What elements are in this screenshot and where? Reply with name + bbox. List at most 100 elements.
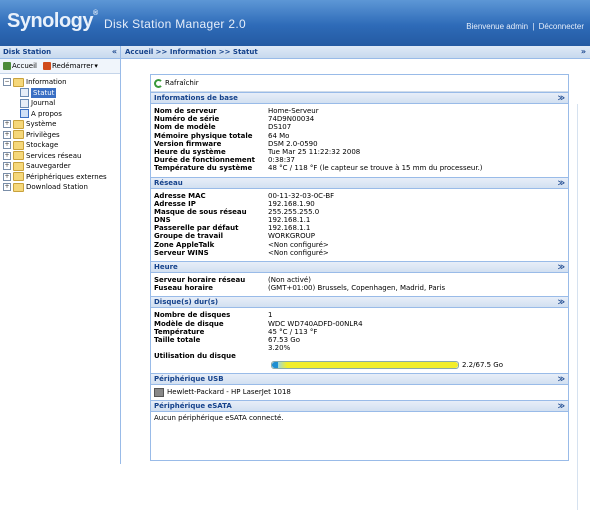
info-row: Groupe de travail WORKGROUP xyxy=(154,232,568,240)
usb-device: Hewlett-Packard - HP LaserJet 1018 xyxy=(151,385,568,400)
section-header-disks[interactable]: Disque(s) dur(s) ≫ xyxy=(151,296,568,309)
info-key: Taille totale xyxy=(154,335,201,344)
section-body-basic-info: Nom de serveur Home-Serveur Numéro de sér… xyxy=(151,104,568,177)
info-value: 67.53 Go xyxy=(268,335,300,344)
info-key: Mémoire physique totale xyxy=(154,131,253,140)
tree-item-label: A propos xyxy=(31,109,62,118)
section-header-network[interactable]: Réseau ≫ xyxy=(151,176,568,189)
info-row: Fuseau horaire (GMT+01:00) Brussels, Cope… xyxy=(154,284,568,292)
chevron-collapse-icon[interactable]: ≫ xyxy=(558,401,565,411)
expand-node-icon[interactable]: + xyxy=(3,151,11,160)
tree-item-label: Privilèges xyxy=(26,130,60,139)
folder-open-icon xyxy=(13,77,24,87)
logout-link[interactable]: Déconnecter xyxy=(539,22,584,31)
tree-item-label: Stockage xyxy=(26,141,59,149)
info-value: Home-Serveur xyxy=(268,107,319,115)
info-key: Numéro de série xyxy=(154,115,220,124)
refresh-icon xyxy=(154,78,163,88)
info-row: Nom de modèle DS107 xyxy=(154,123,568,131)
restart-button[interactable]: Redémarrer ▾ xyxy=(43,62,98,70)
chevron-collapse-icon[interactable]: ≫ xyxy=(558,297,565,307)
info-value: 1 xyxy=(268,311,273,320)
expand-node-icon[interactable]: + xyxy=(3,162,11,171)
tree-item-label: Information xyxy=(26,78,67,86)
expand-node-icon[interactable]: + xyxy=(3,130,11,139)
expand-node-icon[interactable]: + xyxy=(3,183,11,192)
synology-logo: Synology® xyxy=(7,10,98,32)
refresh-button[interactable]: Rafraîchir xyxy=(151,75,568,92)
info-value: WDC WD740ADFD-00NLR4 xyxy=(268,319,363,328)
collapse-right-icon[interactable]: » xyxy=(581,46,586,58)
info-value: DSM 2.0-0590 xyxy=(268,139,318,148)
section-header-time[interactable]: Heure ≫ xyxy=(151,261,568,273)
info-key: Zone AppleTalk xyxy=(154,240,215,249)
tree-item-journal[interactable]: Journal xyxy=(3,98,120,109)
info-row: Modèle de disque WDC WD740ADFD-00NLR4 xyxy=(154,320,568,328)
info-value: WORKGROUP xyxy=(268,232,316,241)
breadcrumb: Accueil >> Information >> Statut xyxy=(125,48,258,56)
expand-node-icon[interactable]: + xyxy=(3,172,11,181)
folder-icon xyxy=(13,151,24,161)
right-panel-strip xyxy=(577,104,590,510)
section-header-basic-info[interactable]: Informations de base ≫ xyxy=(151,92,568,104)
tree-item-statut[interactable]: Statut xyxy=(3,87,120,98)
tree-item-peripheriques-externes[interactable]: + Périphériques externes xyxy=(3,172,120,183)
header-bar: Synology® Disk Station Manager 2.0 Bienv… xyxy=(0,0,590,46)
expand-node-icon[interactable]: + xyxy=(3,120,11,129)
disk-usage-label: Utilisation du disque xyxy=(154,352,236,361)
section-header-esata[interactable]: Périphérique eSATA ≫ xyxy=(151,399,568,412)
tree-item-sauvegarder[interactable]: + Sauvegarder xyxy=(3,161,120,172)
home-button[interactable]: Accueil xyxy=(3,62,37,70)
restart-button-label: Redémarrer xyxy=(52,62,94,70)
info-key: Durée de fonctionnement xyxy=(154,156,256,165)
disk-usage-bar xyxy=(271,360,459,369)
info-value: <Non configuré> xyxy=(268,248,329,257)
info-value: 74D9N00034 xyxy=(268,115,315,124)
info-key: Passerelle par défaut xyxy=(154,224,239,233)
tree-item-download-station[interactable]: + Download Station xyxy=(3,182,120,193)
info-key: Adresse IP xyxy=(154,199,196,208)
info-value: 0:38:37 xyxy=(268,156,295,165)
info-row: Nombre de disques 1 xyxy=(154,311,568,319)
info-row: 3.20% xyxy=(154,344,568,352)
info-row: DNS 192.168.1.1 xyxy=(154,216,568,224)
chevron-collapse-icon[interactable]: ≫ xyxy=(558,262,565,272)
navigation-panel-title: Disk Station xyxy=(3,48,52,56)
info-key: Serveur horaire réseau xyxy=(154,276,246,284)
folder-icon xyxy=(13,172,24,182)
folder-icon xyxy=(13,161,24,171)
tree-item-stockage[interactable]: + Stockage xyxy=(3,140,120,151)
info-value: 192.168.1.90 xyxy=(268,199,315,208)
section-title: Disque(s) dur(s) xyxy=(154,298,219,307)
chevron-collapse-icon[interactable]: ≫ xyxy=(558,374,565,384)
tree-item-services-reseau[interactable]: + Services réseau xyxy=(3,151,120,162)
info-value: 192.168.1.1 xyxy=(268,216,311,225)
info-value: (Non activé) xyxy=(268,276,311,284)
tree-item-a-propos[interactable]: A propos xyxy=(3,109,120,120)
tree-item-information[interactable]: − Information xyxy=(3,77,120,88)
tree-item-systeme[interactable]: + Système xyxy=(3,119,120,130)
folder-icon xyxy=(13,140,24,150)
section-title: Périphérique eSATA xyxy=(154,401,232,410)
info-row: Serveur WINS <Non configuré> xyxy=(154,249,568,257)
expand-node-icon[interactable]: + xyxy=(3,141,11,150)
tree-item-label: Système xyxy=(26,120,57,128)
chevron-collapse-icon[interactable]: ≫ xyxy=(558,93,565,103)
info-row: Adresse IP 192.168.1.90 xyxy=(154,200,568,208)
welcome-text: Bienvenue admin xyxy=(466,22,529,31)
esata-status-text: Aucun périphérique eSATA connecté. xyxy=(154,413,284,422)
info-key: Heure du système xyxy=(154,147,226,156)
tree-item-privileges[interactable]: + Privilèges xyxy=(3,130,120,141)
chevron-collapse-icon[interactable]: ≫ xyxy=(558,178,565,188)
collapse-node-icon[interactable]: − xyxy=(3,78,11,87)
collapse-left-icon[interactable]: « xyxy=(112,46,117,58)
home-button-label: Accueil xyxy=(12,62,37,70)
app-title: Disk Station Manager 2.0 xyxy=(104,17,246,31)
section-header-usb[interactable]: Périphérique USB ≫ xyxy=(151,372,568,385)
info-value: 45 °C / 113 °F xyxy=(268,327,318,336)
info-key: Serveur WINS xyxy=(154,248,209,257)
status-icon xyxy=(20,88,29,98)
info-key: DNS xyxy=(154,216,171,225)
section-body-network: Adresse MAC 00-11-32-03-0C-BF Adresse IP 1… xyxy=(151,189,568,262)
info-row: Serveur horaire réseau (Non activé) xyxy=(154,276,568,284)
